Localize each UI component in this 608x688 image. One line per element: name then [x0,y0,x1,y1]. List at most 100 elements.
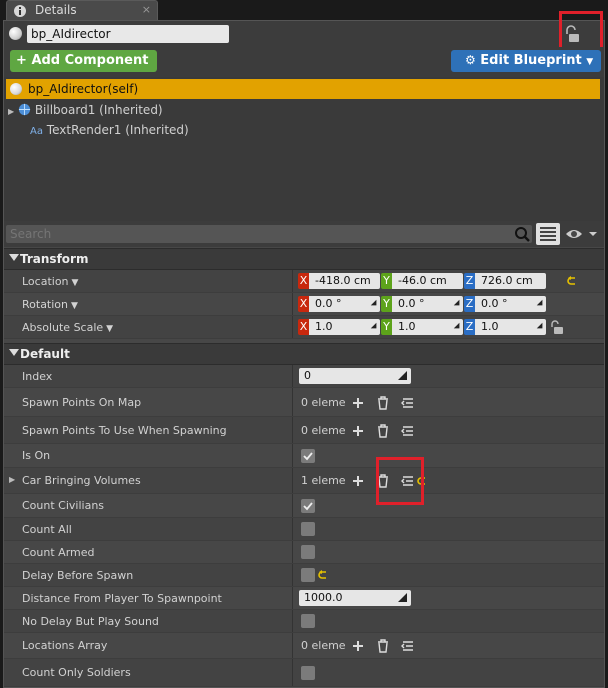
browse-assets-icon[interactable] [400,423,416,439]
eye-icon [566,230,597,238]
count-only-soldiers-checkbox[interactable] [301,666,315,680]
toolbar-row: + Add Component ▼ ⚙ Edit Blueprint ▼ [4,47,604,88]
checkmark-icon [303,502,313,511]
property-label: Count Civilians [22,499,105,512]
location-x-field[interactable]: -418.0 cm [309,273,380,289]
column-splitter[interactable] [292,316,293,338]
column-splitter[interactable] [292,444,293,467]
property-label: Is On [22,449,51,462]
expand-arrow-icon[interactable]: ▶ [9,475,15,484]
axis-y-label: Y [381,319,392,335]
property-label: Locations Array [22,639,108,652]
count-armed-checkbox[interactable] [301,545,315,559]
delay-before-spawn-checkbox[interactable] [301,568,315,582]
reset-to-default-icon[interactable] [317,569,329,581]
is-on-row: Is On [4,444,604,468]
default-category[interactable]: Default [4,343,604,365]
browse-assets-icon[interactable] [400,395,416,411]
column-splitter[interactable] [292,417,293,443]
add-element-icon[interactable] [350,395,366,411]
add-element-icon[interactable] [350,423,366,439]
collapse-arrow-icon[interactable] [9,254,19,261]
trash-icon[interactable] [375,423,391,439]
no-delay-checkbox[interactable] [301,614,315,628]
tree-item-billboard[interactable]: ▶ Billboard1 (Inherited) [8,103,163,121]
count-civilians-checkbox[interactable] [301,499,315,513]
column-splitter[interactable] [292,293,293,315]
details-icon [14,5,26,17]
drag-handle-icon [398,371,407,380]
index-field[interactable]: 0 [299,368,411,384]
axis-x-label: X [298,296,309,312]
property-label: No Delay But Play Sound [22,615,159,628]
count-all-checkbox[interactable] [301,522,315,536]
scale-label[interactable]: Absolute Scale ▼ [22,321,113,334]
checkmark-icon [303,452,313,461]
column-splitter[interactable] [292,365,293,387]
column-splitter[interactable] [292,388,293,416]
location-row: Location ▼ X -418.0 cm Y -46.0 cm Z 726.0… [4,270,604,293]
tree-item-textrender[interactable]: Aa TextRender1 (Inherited) [30,123,189,141]
rotation-label[interactable]: Rotation ▼ [22,298,78,311]
property-label: Index [22,370,53,383]
trash-icon[interactable] [375,395,391,411]
category-label: Default [20,347,70,361]
grid-list-icon [540,227,556,241]
column-splitter[interactable] [292,468,293,493]
rotation-y-field[interactable]: 0.0 ° [392,296,463,312]
add-component-button[interactable]: + Add Component ▼ [10,50,157,88]
column-splitter[interactable] [292,494,293,517]
distance-field[interactable]: 1000.0 [299,590,411,606]
column-splitter[interactable] [292,518,293,540]
rotation-x-field[interactable]: 0.0 ° [309,296,380,312]
add-element-icon[interactable] [350,638,366,654]
scale-x-field[interactable]: 1.0 [309,319,380,335]
add-element-icon[interactable] [350,473,366,489]
expand-arrow-icon[interactable]: ▶ [8,107,14,116]
category-label: Transform [20,252,89,266]
scale-row: Absolute Scale ▼ X 1.0 Y 1.0 Z 1.0 [4,316,604,339]
tab-details[interactable]: Details × [6,0,158,20]
column-splitter[interactable] [292,541,293,563]
view-options-button[interactable] [565,226,599,242]
transform-category[interactable]: Transform [4,248,604,270]
reset-to-default-icon[interactable] [566,275,578,287]
column-splitter[interactable] [292,633,293,658]
tree-item-label: Billboard1 (Inherited) [34,103,163,117]
object-name-row [4,21,604,47]
location-label[interactable]: Location ▼ [22,275,78,288]
rotation-z-field[interactable]: 0.0 ° [475,296,546,312]
billboard-icon [18,103,31,116]
trash-icon[interactable] [375,638,391,654]
components-tree: bp_AIdirector(self) ▶ Billboard1 (Inheri… [4,77,604,241]
column-splitter[interactable] [292,610,293,632]
search-input[interactable] [6,225,532,243]
column-splitter[interactable] [292,270,293,292]
add-component-label: Add Component [31,53,149,68]
scale-z-field[interactable]: 1.0 [475,319,546,335]
axis-y-label: Y [381,273,392,289]
property-matrix-button[interactable] [536,223,560,245]
scale-y-field[interactable]: 1.0 [392,319,463,335]
location-z-field[interactable]: 726.0 cm [475,273,546,289]
column-splitter[interactable] [292,659,293,686]
delay-before-spawn-row: Delay Before Spawn [4,564,604,587]
object-name-input[interactable] [27,25,229,43]
search-icon[interactable] [514,226,530,242]
browse-assets-icon[interactable] [400,638,416,654]
collapse-arrow-icon[interactable] [9,349,19,356]
tree-root-item[interactable]: bp_AIdirector(self) [6,79,600,99]
plus-icon: + [16,53,27,68]
index-value: 0 [304,369,311,382]
rotation-row: Rotation ▼ X 0.0 ° Y 0.0 ° Z 0.0 ° [4,293,604,316]
edit-blueprint-button[interactable]: ⚙ Edit Blueprint ▼ [451,50,601,72]
is-on-checkbox[interactable] [301,449,315,463]
location-y-field[interactable]: -46.0 cm [392,273,463,289]
tab-close-icon[interactable]: × [142,3,151,16]
property-label: Distance From Player To Spawnpoint [22,592,222,605]
column-splitter[interactable] [292,564,293,586]
scale-lock-icon[interactable] [550,319,564,335]
element-count: 0 elements [301,424,345,437]
count-armed-row: Count Armed [4,541,604,564]
column-splitter[interactable] [292,587,293,609]
